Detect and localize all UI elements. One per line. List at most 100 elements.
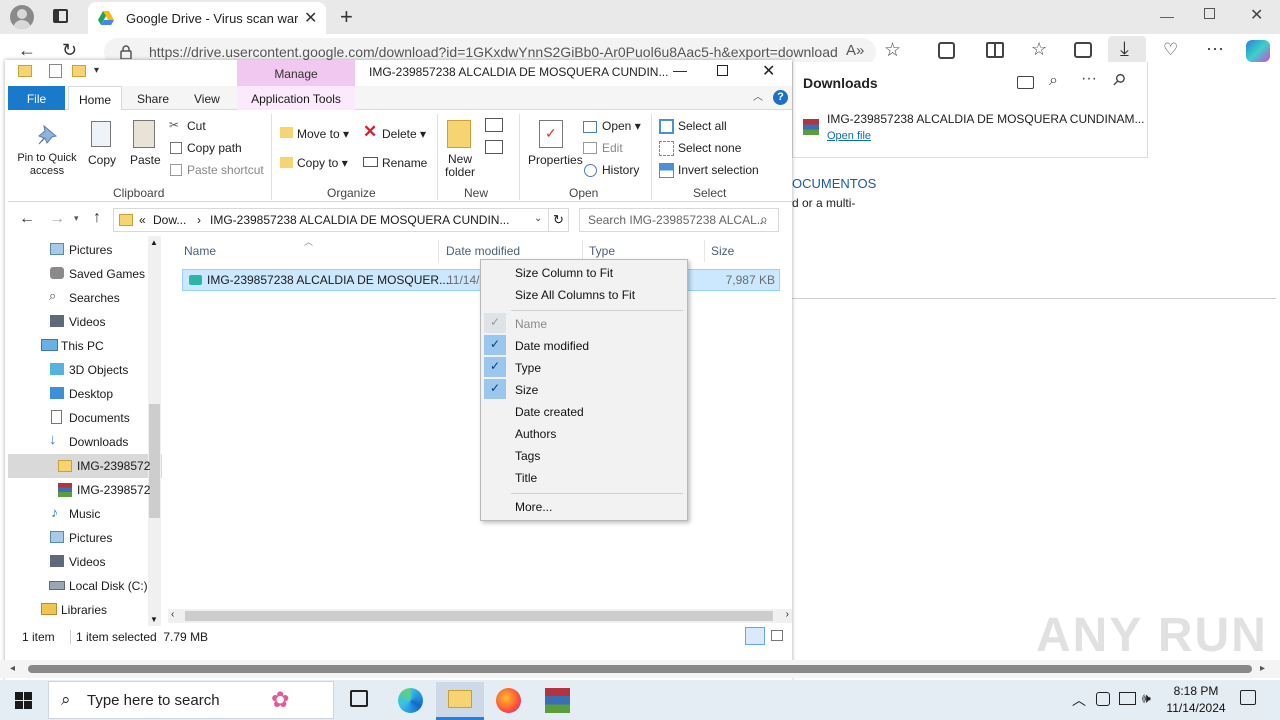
- split-screen-icon[interactable]: [986, 42, 1004, 58]
- explorer-minimize-icon[interactable]: —: [673, 62, 687, 78]
- more-menu-icon[interactable]: ···: [1206, 38, 1224, 59]
- tab-view[interactable]: View: [194, 92, 220, 106]
- select-none-button[interactable]: Select none: [678, 141, 741, 155]
- nav-videos-2[interactable]: Videos: [69, 555, 105, 569]
- collapse-ribbon-icon[interactable]: ︿: [753, 88, 763, 103]
- rename-button[interactable]: Rename: [382, 156, 427, 170]
- nav-scrollbar-thumb[interactable]: [149, 404, 160, 518]
- winrar-taskbar-icon[interactable]: [545, 688, 570, 713]
- breadcrumb-downloads[interactable]: Dow...: [153, 213, 186, 227]
- nav-saved-games[interactable]: Saved Games: [69, 267, 145, 281]
- volume-icon[interactable]: 🕪: [1142, 690, 1151, 707]
- tab-share[interactable]: Share: [137, 92, 169, 106]
- favorite-star-icon[interactable]: ☆: [884, 39, 901, 62]
- recent-locations-icon[interactable]: ▾: [74, 213, 79, 224]
- select-all-button[interactable]: Select all: [678, 119, 727, 133]
- copilot-icon[interactable]: [1246, 40, 1270, 62]
- menu-size-column-to-fit[interactable]: Size Column to Fit: [515, 266, 613, 280]
- cut-button[interactable]: Cut: [187, 119, 206, 133]
- nav-local-disk[interactable]: Local Disk (C:): [69, 579, 148, 593]
- properties-button[interactable]: Properties: [528, 153, 583, 167]
- nav-this-pc[interactable]: This PC: [61, 339, 104, 353]
- back-arrow-icon[interactable]: ←: [19, 210, 35, 228]
- scroll-left-icon[interactable]: ‹: [171, 609, 174, 620]
- paste-button[interactable]: Paste: [130, 153, 161, 167]
- history-button[interactable]: History: [602, 163, 639, 177]
- open-button[interactable]: Open ▾: [602, 119, 641, 133]
- close-browser-icon[interactable]: ✕: [1250, 5, 1263, 25]
- open-folder-icon[interactable]: [1017, 76, 1034, 89]
- column-size[interactable]: Size: [711, 244, 734, 258]
- open-file-link[interactable]: Open file: [827, 130, 871, 142]
- column-divider[interactable]: [704, 240, 705, 262]
- column-divider[interactable]: [438, 240, 439, 262]
- extensions-icon[interactable]: [938, 42, 955, 59]
- horizontal-scrollbar-thumb[interactable]: [185, 611, 773, 621]
- menu-authors[interactable]: Authors: [515, 427, 556, 441]
- favorites-icon[interactable]: ☆: [1031, 39, 1047, 60]
- nav-pictures[interactable]: Pictures: [69, 243, 112, 257]
- edge-taskbar-icon[interactable]: [398, 688, 423, 713]
- properties-qat-icon[interactable]: [49, 64, 62, 78]
- nav-img-folder[interactable]: IMG-2398572: [77, 459, 150, 473]
- more-options-icon[interactable]: ···: [1081, 70, 1097, 88]
- copy-button[interactable]: Copy: [88, 153, 116, 167]
- nav-img-archive[interactable]: IMG-2398572: [77, 483, 150, 497]
- customize-qat-icon[interactable]: ▾: [94, 65, 99, 76]
- nav-desktop[interactable]: Desktop: [69, 387, 113, 401]
- scroll-right-icon[interactable]: ›: [786, 609, 789, 620]
- taskbar-search-box[interactable]: ⌕ Type here to search ✿: [48, 681, 334, 719]
- address-breadcrumb[interactable]: « Dow... › IMG-239857238 ALCALDIA DE MOS…: [113, 208, 549, 232]
- refresh-icon[interactable]: ↻: [62, 40, 77, 61]
- nav-pictures-2[interactable]: Pictures: [69, 531, 112, 545]
- nav-searches[interactable]: Searches: [69, 291, 120, 305]
- scroll-down-icon[interactable]: ▼: [150, 615, 158, 624]
- new-item-icon[interactable]: [485, 118, 503, 132]
- help-icon[interactable]: ?: [773, 90, 788, 105]
- nav-downloads[interactable]: Downloads: [69, 435, 128, 449]
- menu-title[interactable]: Title: [515, 471, 537, 485]
- explorer-maximize-icon[interactable]: [717, 65, 728, 76]
- collections-icon[interactable]: [1074, 42, 1092, 58]
- address-dropdown-icon[interactable]: ⌄: [534, 213, 542, 224]
- details-view-icon[interactable]: [745, 627, 765, 645]
- tab-actions-icon[interactable]: [53, 9, 68, 23]
- pin-quick-access-button[interactable]: Pin to Quick access: [15, 152, 79, 178]
- show-hidden-icons-icon[interactable]: ︿: [1072, 690, 1086, 710]
- tab-file[interactable]: File: [8, 86, 65, 110]
- search-downloads-icon[interactable]: ⌕: [1049, 72, 1058, 90]
- invert-selection-button[interactable]: Invert selection: [678, 163, 759, 177]
- page-scroll-right-icon[interactable]: ▸: [1260, 663, 1265, 674]
- column-name[interactable]: Name: [184, 244, 216, 258]
- read-aloud-icon[interactable]: A»: [846, 42, 864, 59]
- large-icons-view-icon[interactable]: [771, 630, 783, 641]
- breadcrumb-overflow[interactable]: «: [139, 213, 146, 227]
- page-scroll-left-icon[interactable]: ◂: [10, 663, 15, 674]
- nav-3d-objects[interactable]: 3D Objects: [69, 363, 128, 377]
- refresh-button[interactable]: ↻: [549, 208, 569, 232]
- explorer-close-icon[interactable]: ✕: [762, 61, 775, 81]
- network-icon[interactable]: [1119, 692, 1136, 705]
- back-icon[interactable]: ←: [18, 40, 36, 61]
- tab-home[interactable]: Home: [68, 86, 122, 111]
- task-view-icon[interactable]: [350, 690, 368, 707]
- minimize-icon[interactable]: —: [1160, 8, 1174, 24]
- copy-path-button[interactable]: Copy path: [187, 141, 242, 155]
- move-to-button[interactable]: Move to ▾: [297, 127, 349, 141]
- browser-essentials-icon[interactable]: ♡: [1163, 40, 1178, 60]
- restore-icon[interactable]: [1204, 8, 1215, 19]
- notifications-icon[interactable]: [1240, 690, 1256, 705]
- scroll-up-icon[interactable]: ▲: [150, 238, 158, 247]
- paste-shortcut-button[interactable]: Paste shortcut: [187, 163, 264, 177]
- tab-application-tools[interactable]: Application Tools: [237, 86, 355, 110]
- up-arrow-icon[interactable]: ↑: [93, 209, 101, 227]
- new-folder-button[interactable]: New folder: [441, 153, 479, 179]
- copy-to-button[interactable]: Copy to ▾: [297, 156, 348, 170]
- column-date-modified[interactable]: Date modified: [446, 244, 520, 258]
- menu-type[interactable]: Type: [515, 361, 541, 375]
- nav-libraries[interactable]: Libraries: [61, 603, 107, 617]
- menu-size-all-columns-to-fit[interactable]: Size All Columns to Fit: [515, 288, 635, 302]
- horizontal-scrollbar[interactable]: ‹ ›: [168, 609, 792, 623]
- edit-button[interactable]: Edit: [602, 141, 623, 155]
- menu-size[interactable]: Size: [515, 383, 538, 397]
